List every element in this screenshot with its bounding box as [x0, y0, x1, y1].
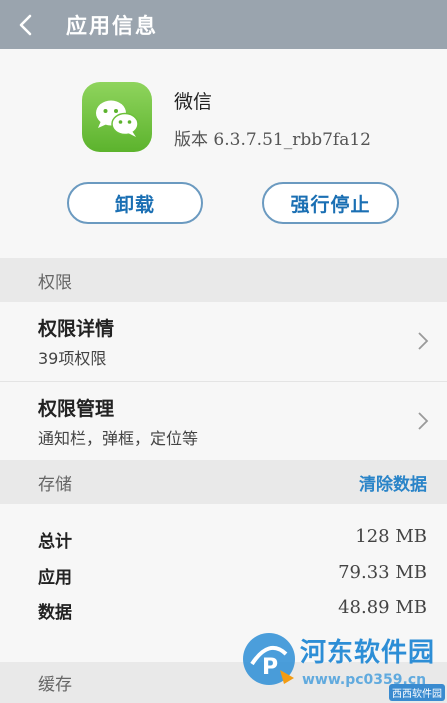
storage-value: 128 MB — [355, 526, 427, 547]
storage-label: 数据 — [38, 603, 72, 623]
back-button[interactable] — [0, 0, 52, 49]
app-summary: 微信 版本 6.3.7.51_rbb7fa12 卸载 强行停止 — [0, 49, 447, 258]
permissions-section-header: 权限 — [0, 258, 447, 302]
watermark: P 河东软件园 www.pc0359.cn 西西软件园 — [240, 628, 447, 703]
clear-data-button[interactable]: 清除数据 — [359, 470, 427, 495]
chevron-right-icon — [418, 412, 429, 430]
storage-value: 48.89 MB — [338, 597, 427, 618]
permissions-section-label: 权限 — [38, 272, 72, 293]
permission-management-title: 权限管理 — [38, 398, 115, 420]
storage-row-app: 应用 79.33 MB — [0, 558, 447, 588]
storage-label: 应用 — [38, 568, 72, 588]
force-stop-button[interactable]: 强行停止 — [262, 182, 399, 224]
storage-label: 总计 — [38, 532, 72, 552]
storage-row-data: 数据 48.89 MB — [0, 593, 447, 623]
cache-section-label: 缓存 — [38, 675, 72, 695]
storage-section-label: 存储 — [38, 474, 72, 495]
watermark-title: 河东软件园 — [300, 638, 436, 668]
storage-row-total: 总计 128 MB — [0, 522, 447, 552]
storage-section-header: 存储 清除数据 — [0, 460, 447, 504]
permission-details-row[interactable]: 权限详情 39项权限 — [0, 302, 447, 381]
storage-value: 79.33 MB — [338, 562, 427, 583]
permission-management-subtitle: 通知栏，弹框，定位等 — [38, 429, 199, 448]
chevron-right-icon — [418, 332, 429, 350]
wechat-icon — [82, 82, 152, 152]
title-bar: 应用信息 — [0, 0, 447, 49]
app-name: 微信 — [174, 91, 213, 113]
watermark-badge: 西西软件园 — [389, 684, 445, 701]
svg-text:P: P — [262, 655, 278, 680]
permission-details-title: 权限详情 — [38, 318, 115, 340]
back-arrow-icon — [19, 14, 32, 35]
permission-details-subtitle: 39项权限 — [38, 349, 107, 368]
uninstall-button[interactable]: 卸载 — [67, 182, 203, 224]
permission-management-row[interactable]: 权限管理 通知栏，弹框，定位等 — [0, 381, 447, 460]
page-title: 应用信息 — [66, 13, 158, 38]
app-version: 版本 6.3.7.51_rbb7fa12 — [174, 130, 371, 150]
watermark-logo-icon: P — [243, 633, 295, 685]
